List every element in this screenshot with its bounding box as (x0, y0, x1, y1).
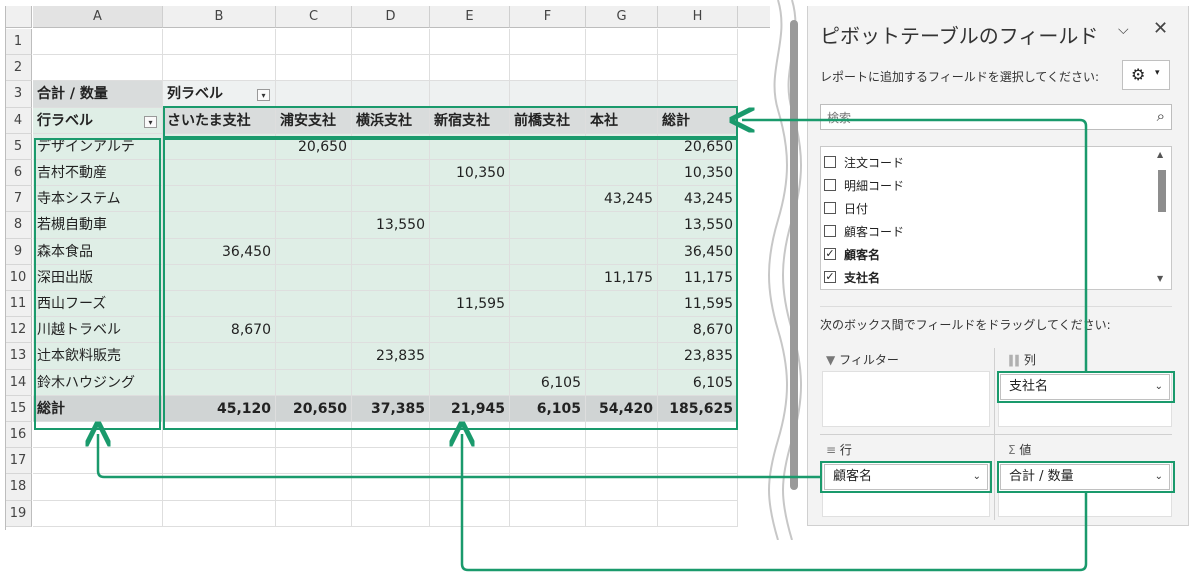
callout-arrows (0, 0, 1088, 572)
